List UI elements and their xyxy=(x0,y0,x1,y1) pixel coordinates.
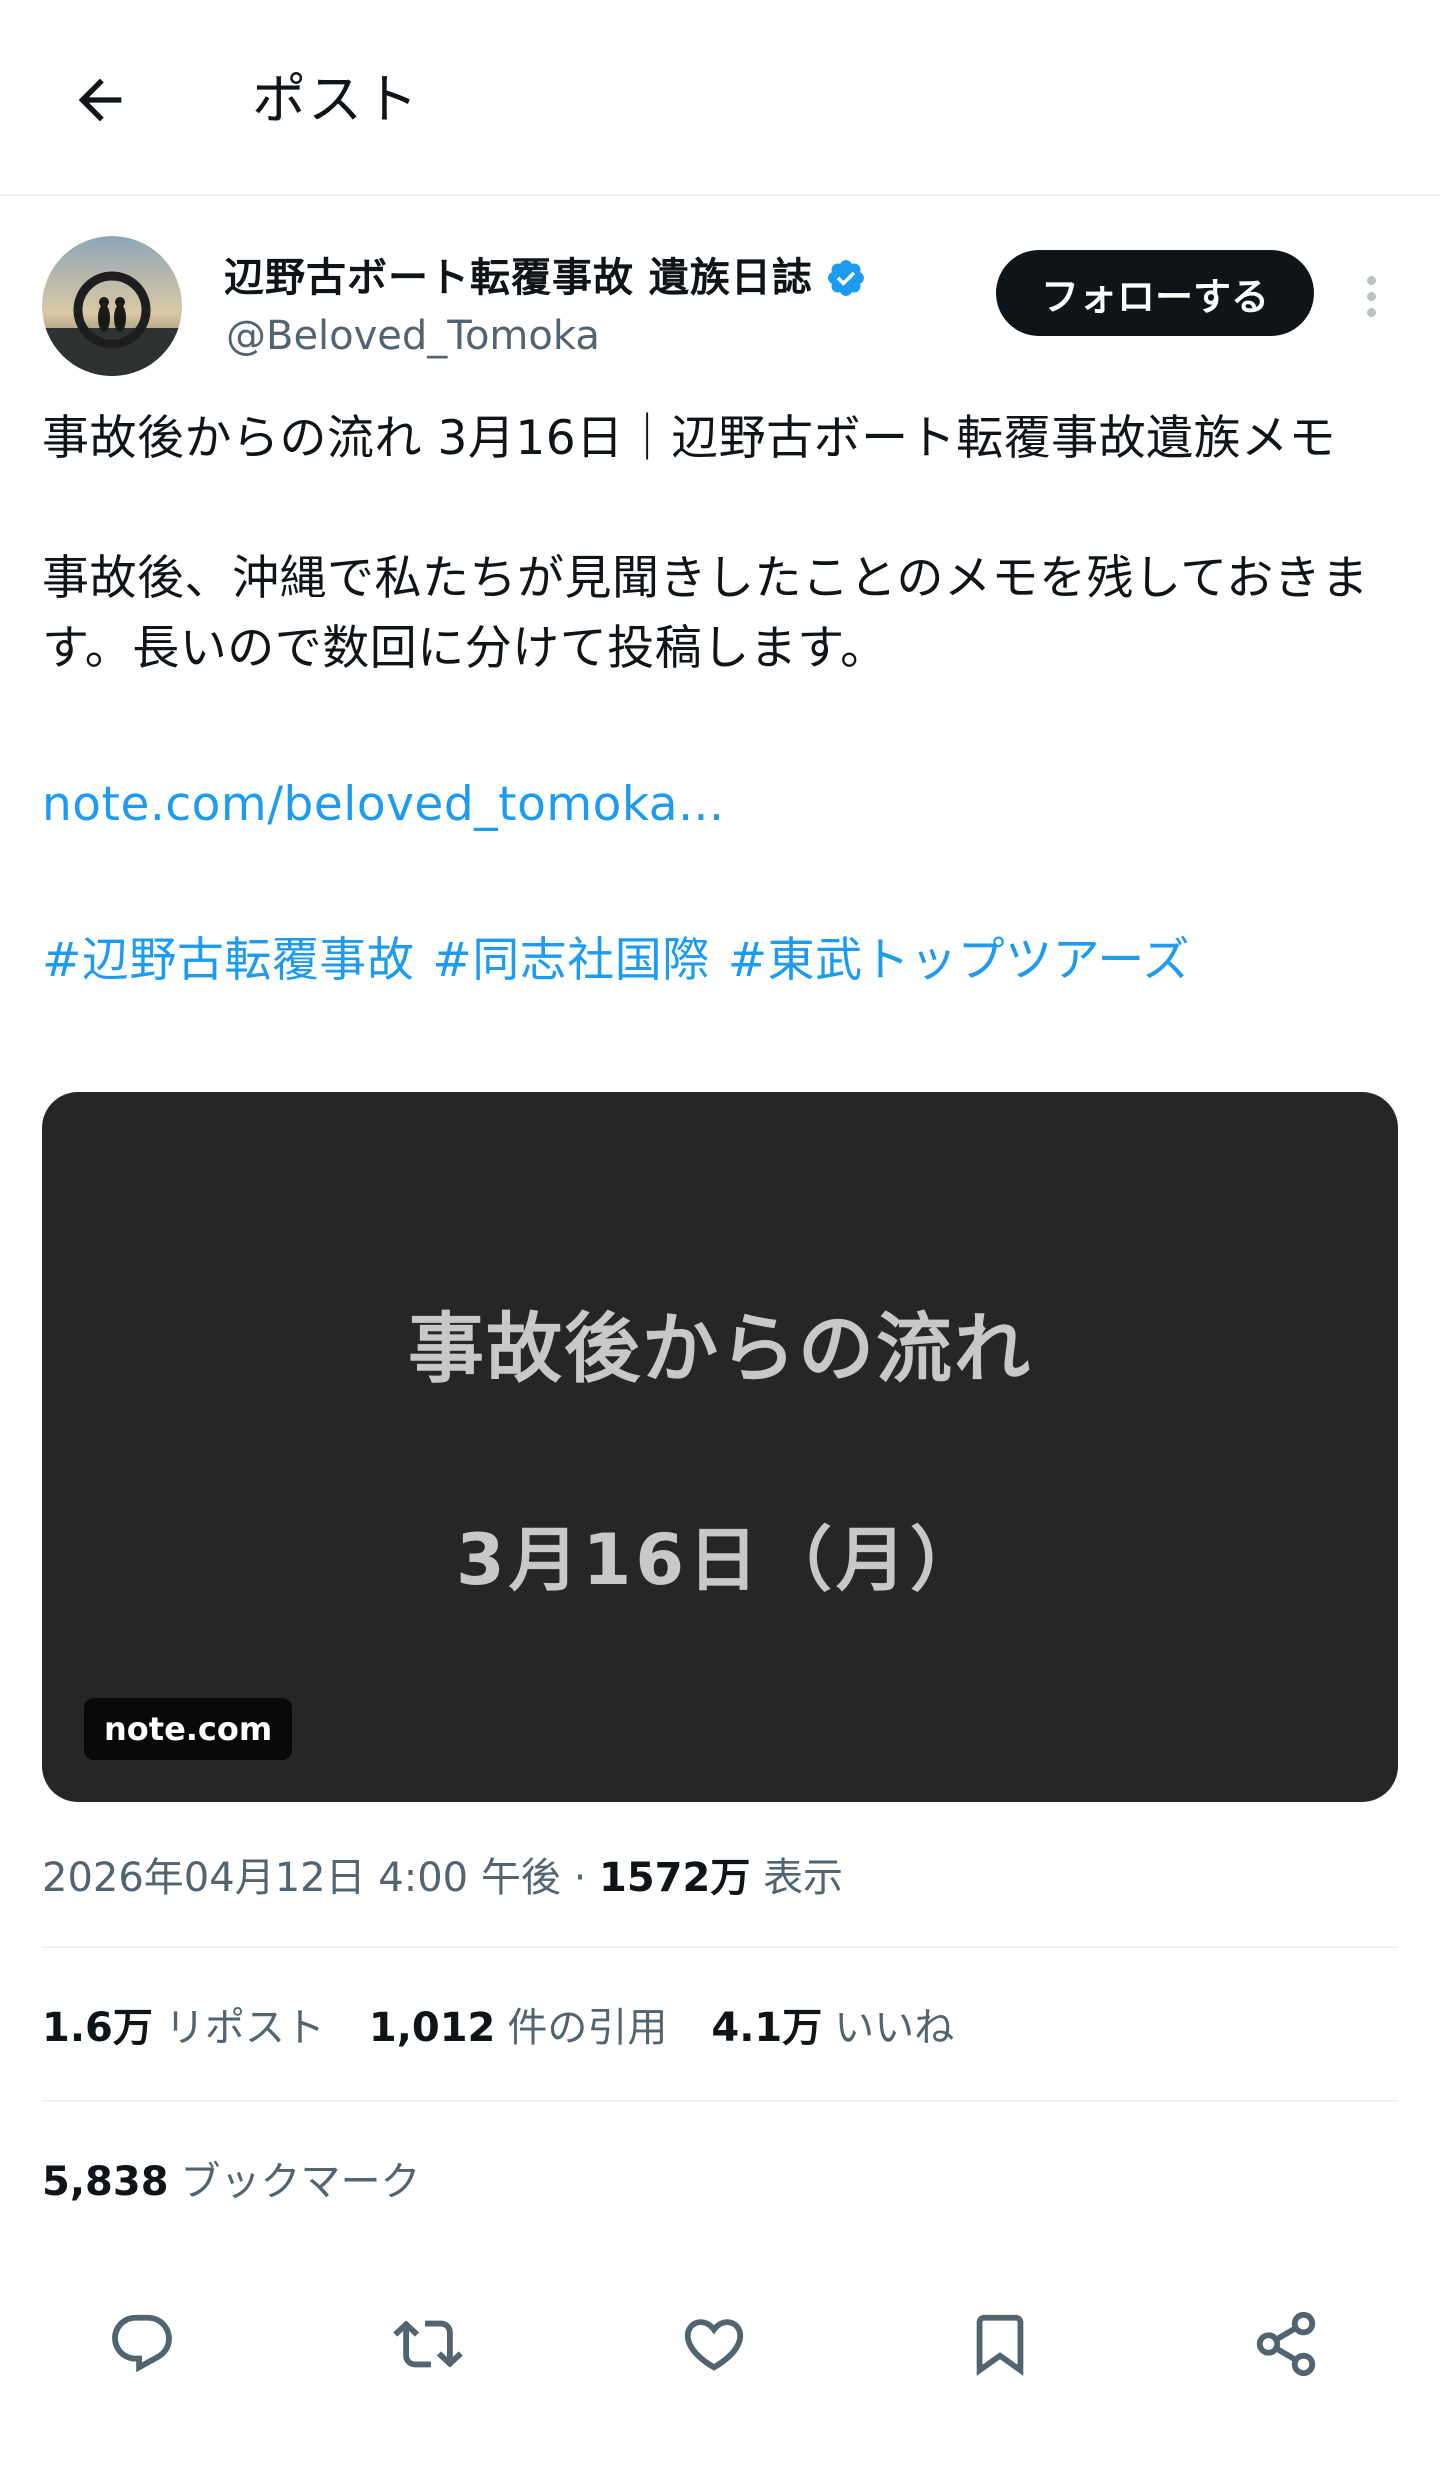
hashtag-link[interactable]: #東武トップツアーズ xyxy=(728,933,1190,988)
tweet-body: 事故後からの流れ 3月16日｜辺野古ボート転覆事故遺族メモ 事故後、沖縄で私たち… xyxy=(42,404,1402,996)
action-bar xyxy=(0,2294,1440,2404)
more-vertical-dot xyxy=(1366,291,1376,301)
like-icon xyxy=(684,2319,744,2371)
likes-count: 4.1万 xyxy=(711,2005,823,2051)
like-button[interactable] xyxy=(664,2294,764,2394)
tweet-line: 事故後からの流れ 3月16日｜辺野古ボート転覆事故遺族メモ xyxy=(42,411,1337,466)
bookmarks-label: ブックマーク xyxy=(180,2159,421,2205)
name-row: 辺野古ボート転覆事故 遺族日誌 xyxy=(224,250,867,306)
reposts-label: リポスト xyxy=(164,2005,325,2051)
bookmark-icon xyxy=(976,2314,1024,2376)
hashtag-link[interactable]: #同志社国際 xyxy=(432,933,709,988)
back-button[interactable] xyxy=(52,52,148,148)
more-vertical-icon xyxy=(1366,275,1376,285)
card-domain-badge: note.com xyxy=(84,1698,293,1760)
post-meta: 2026年04月12日 4:00 午後 · 1572万 表示 xyxy=(42,1846,843,1910)
reposts-stat[interactable]: 1.6万 リポスト xyxy=(42,1996,325,2060)
quotes-count: 1,012 xyxy=(368,2005,496,2051)
top-app-bar: ポスト xyxy=(0,0,1440,196)
author-row: 辺野古ボート転覆事故 遺族日誌 @Beloved_Tomoka フォローする xyxy=(0,236,1440,386)
reposts-count: 1.6万 xyxy=(42,2005,153,2051)
views-count: 1572万 xyxy=(599,1855,751,1901)
bookmarks-stat[interactable]: 5,838 ブックマーク xyxy=(42,2150,421,2214)
card-title: 事故後からの流れ xyxy=(408,1304,1032,1393)
share-button[interactable] xyxy=(1236,2294,1336,2394)
hashtags: #辺野古転覆事故 #同志社国際 #東武トップツアーズ xyxy=(42,926,1402,996)
quotes-stat[interactable]: 1,012 件の引用 xyxy=(369,1996,668,2060)
likes-label: いいね xyxy=(834,2005,955,2051)
card-date: 3月16日（月） xyxy=(455,1519,985,1601)
verified-badge-icon xyxy=(828,260,864,296)
likes-stat[interactable]: 4.1万 いいね xyxy=(711,1996,954,2060)
reply-button[interactable] xyxy=(92,2294,192,2394)
tweet-line: 事故後、沖縄で私たちが見聞きしたことのメモを残しておきます。長いので数回に分けて… xyxy=(42,551,1369,676)
hashtag-link[interactable]: #辺野古転覆事故 xyxy=(42,933,414,988)
bookmarks-count: 5,838 xyxy=(42,2159,169,2205)
views-label: 表示 xyxy=(763,1855,844,1901)
meta-separator: · xyxy=(573,1855,587,1901)
page-title: ポスト xyxy=(252,68,420,131)
engagement-stats: 1.6万 リポスト 1,012 件の引用 4.1万 いいね xyxy=(42,1996,954,2060)
timestamp[interactable]: 2026年04月12日 4:00 午後 xyxy=(42,1855,561,1901)
follow-button[interactable]: フォローする xyxy=(996,250,1314,336)
tweet-link[interactable]: note.com/beloved_tomoka... xyxy=(42,777,724,832)
repost-icon xyxy=(393,2320,463,2368)
avatar[interactable] xyxy=(42,236,182,376)
arrow-left-icon xyxy=(78,78,122,122)
share-icon xyxy=(1256,2311,1316,2377)
link-preview-card[interactable]: 事故後からの流れ 3月16日（月） note.com xyxy=(42,1092,1398,1802)
user-handle[interactable]: @Beloved_Tomoka xyxy=(226,308,600,364)
bookmark-button[interactable] xyxy=(950,2294,1050,2394)
display-name[interactable]: 辺野古ボート転覆事故 遺族日誌 xyxy=(224,250,813,306)
more-options-button[interactable] xyxy=(1346,266,1396,326)
quotes-label: 件の引用 xyxy=(507,2005,668,2051)
reply-icon xyxy=(112,2314,172,2373)
more-vertical-dot xyxy=(1366,307,1376,317)
divider xyxy=(42,1946,1398,1948)
divider xyxy=(42,2100,1398,2102)
repost-button[interactable] xyxy=(378,2294,478,2394)
